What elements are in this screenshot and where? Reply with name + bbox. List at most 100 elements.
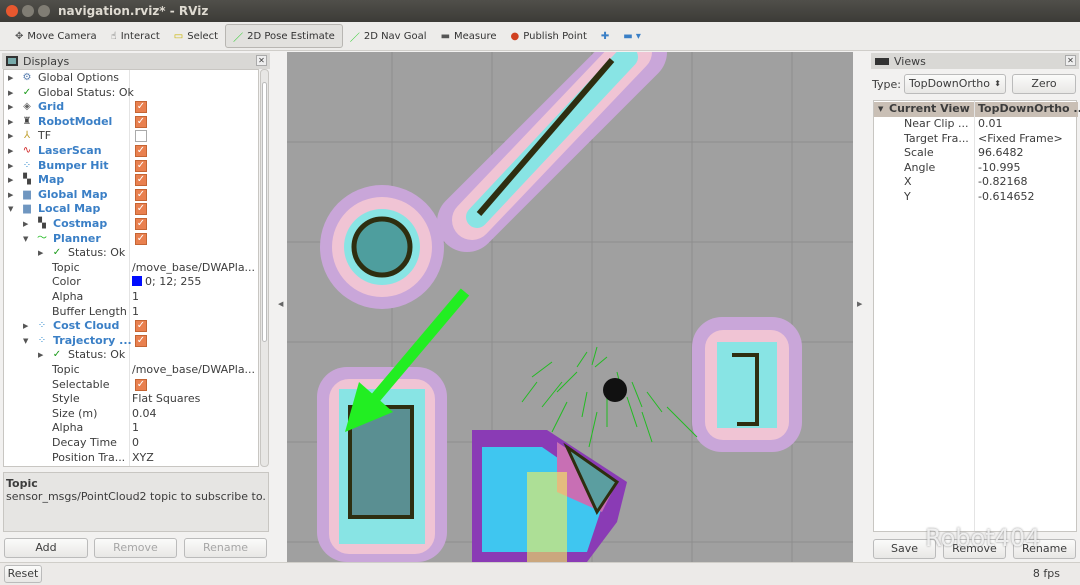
property-value-cell[interactable]: Flat Squares bbox=[132, 392, 200, 407]
display-row[interactable]: ▶ ⚙ Global Options bbox=[4, 71, 258, 86]
expand-arrow-icon[interactable]: ▶ bbox=[8, 129, 16, 144]
enable-checkbox[interactable]: ✓ bbox=[135, 320, 147, 333]
view-property-value[interactable]: <Fixed Frame> bbox=[978, 132, 1063, 147]
display-row[interactable]: ▶ ▚ Costmap ✓ bbox=[4, 217, 258, 232]
display-row[interactable]: ▼ ⁘ Trajectory ... ✓ bbox=[4, 334, 258, 349]
tool-select[interactable]: ▭ Select bbox=[167, 24, 225, 48]
remove-display-button[interactable]: Remove bbox=[94, 538, 177, 558]
view-property-row[interactable]: Near Clip ... 0.01 bbox=[874, 117, 1078, 132]
close-icon[interactable]: ✕ bbox=[1065, 55, 1076, 66]
display-row[interactable]: ▶ ◈ Grid ✓ bbox=[4, 100, 258, 115]
property-value-cell[interactable]: /move_base/DWAPla... bbox=[132, 363, 255, 378]
view-property-row[interactable]: Scale 96.6482 bbox=[874, 146, 1078, 161]
3d-viewport[interactable] bbox=[287, 52, 853, 562]
display-row[interactable]: ▶ ♜ RobotModel ✓ bbox=[4, 115, 258, 130]
display-row[interactable]: ▼ ▆ Local Map ✓ bbox=[4, 202, 258, 217]
view-type-select[interactable]: TopDownOrtho ⬍ bbox=[904, 74, 1006, 94]
display-row[interactable]: Color 0; 12; 255 bbox=[4, 275, 258, 290]
enable-checkbox[interactable]: ✓ bbox=[135, 188, 147, 201]
maximize-window-button[interactable] bbox=[38, 5, 50, 17]
property-value-cell[interactable]: 1 bbox=[132, 290, 139, 305]
property-value[interactable]: 0.04 bbox=[132, 407, 157, 420]
property-value-cell[interactable]: XYZ bbox=[132, 451, 154, 466]
property-value[interactable]: /move_base/DWAPla... bbox=[132, 363, 255, 376]
color-swatch[interactable] bbox=[132, 276, 142, 287]
enable-checkbox[interactable]: ✓ bbox=[135, 130, 147, 143]
collapse-right-handle[interactable]: ▶ bbox=[857, 300, 862, 308]
property-value[interactable]: 1 bbox=[132, 290, 139, 303]
expand-arrow-icon[interactable]: ▶ bbox=[8, 100, 16, 115]
view-property-value[interactable]: -0.82168 bbox=[978, 175, 1027, 190]
map-render[interactable] bbox=[287, 52, 853, 562]
property-value-cell[interactable]: 1 bbox=[132, 305, 139, 320]
reset-button[interactable]: Reset bbox=[4, 565, 42, 583]
expand-arrow-icon[interactable]: ▶ bbox=[23, 319, 31, 334]
property-value[interactable]: 0 bbox=[132, 436, 139, 449]
view-property-value[interactable]: -10.995 bbox=[978, 161, 1020, 176]
display-row[interactable]: ▶ ▆ Global Map ✓ bbox=[4, 188, 258, 203]
display-row[interactable]: Style Flat Squares bbox=[4, 392, 258, 407]
enable-checkbox[interactable]: ✓ bbox=[135, 334, 147, 347]
display-row[interactable]: Alpha 1 bbox=[4, 421, 258, 436]
enable-checkbox[interactable]: ✓ bbox=[135, 115, 147, 128]
collapse-left-handle[interactable]: ◀ bbox=[278, 300, 283, 308]
expand-arrow-icon[interactable]: ▶ bbox=[8, 144, 16, 159]
tool-move-camera[interactable]: ✥ Move Camera bbox=[8, 24, 104, 48]
property-value-cell[interactable]: 0.04 bbox=[132, 407, 157, 422]
display-row[interactable]: Selectable ✓ bbox=[4, 378, 258, 393]
property-value[interactable]: 1 bbox=[132, 305, 139, 318]
display-row[interactable]: Size (m) 0.04 bbox=[4, 407, 258, 422]
expand-arrow-icon[interactable]: ▶ bbox=[8, 86, 16, 101]
tool-interact[interactable]: ☝ Interact bbox=[104, 24, 167, 48]
zero-button[interactable]: Zero bbox=[1012, 74, 1076, 94]
remove-tool-button[interactable]: ▬ ▾ bbox=[616, 24, 648, 48]
display-row[interactable]: Position Tra... XYZ bbox=[4, 451, 258, 466]
enable-checkbox[interactable]: ✓ bbox=[135, 174, 147, 187]
tool-publish-point[interactable]: ● Publish Point bbox=[504, 24, 594, 48]
minimize-window-button[interactable] bbox=[22, 5, 34, 17]
enable-checkbox[interactable]: ✓ bbox=[135, 203, 147, 216]
enable-checkbox[interactable]: ✓ bbox=[135, 378, 147, 391]
close-icon[interactable]: ✕ bbox=[256, 55, 267, 66]
displays-scrollbar[interactable] bbox=[260, 69, 269, 467]
property-value[interactable]: Flat Squares bbox=[132, 392, 200, 405]
display-row[interactable]: ▼ ～ Planner ✓ bbox=[4, 232, 258, 247]
display-row[interactable]: Buffer Length 1 bbox=[4, 305, 258, 320]
enable-checkbox[interactable]: ✓ bbox=[135, 159, 147, 172]
display-row[interactable]: ▶ ⁘ Bumper Hit ✓ bbox=[4, 159, 258, 174]
tool-2d-nav-goal[interactable]: ／ 2D Nav Goal bbox=[343, 24, 434, 48]
view-property-value[interactable]: -0.614652 bbox=[978, 190, 1034, 205]
expand-arrow-icon[interactable]: ▶ bbox=[38, 246, 46, 261]
property-value-cell[interactable]: 0; 12; 255 bbox=[132, 275, 201, 290]
expand-arrow-icon[interactable]: ▶ bbox=[8, 159, 16, 174]
close-window-button[interactable] bbox=[6, 5, 18, 17]
enable-checkbox[interactable]: ✓ bbox=[135, 218, 147, 230]
display-row[interactable]: ▶ ✓ Global Status: Ok bbox=[4, 86, 258, 101]
property-value[interactable]: /move_base/DWAPla... bbox=[132, 261, 255, 274]
property-value[interactable]: 1 bbox=[132, 421, 139, 434]
display-row[interactable]: Topic/move_base/DWAPla... bbox=[4, 261, 258, 276]
expand-arrow-icon[interactable]: ▶ bbox=[8, 188, 16, 203]
property-value[interactable]: XYZ bbox=[132, 451, 154, 464]
property-value[interactable]: 0; 12; 255 bbox=[145, 275, 201, 288]
view-property-row[interactable]: Angle -10.995 bbox=[874, 161, 1078, 176]
view-property-row[interactable]: Target Fra... <Fixed Frame> bbox=[874, 132, 1078, 147]
display-row[interactable]: ▶ ▚ Map ✓ bbox=[4, 173, 258, 188]
enable-checkbox[interactable]: ✓ bbox=[135, 101, 147, 114]
expand-arrow-icon[interactable]: ▼ bbox=[23, 334, 31, 349]
expand-arrow-icon[interactable]: ▼ bbox=[23, 232, 31, 247]
display-row[interactable]: ▶ ∿ LaserScan ✓ bbox=[4, 144, 258, 159]
expand-arrow-icon[interactable]: ▼ bbox=[8, 202, 16, 217]
expand-arrow-icon[interactable]: ▶ bbox=[38, 348, 46, 363]
view-property-value[interactable]: 96.6482 bbox=[978, 146, 1024, 161]
expand-arrow-icon[interactable]: ▶ bbox=[8, 71, 16, 86]
display-row[interactable]: ▶ ✓ Status: Ok bbox=[4, 246, 258, 261]
expand-arrow-icon[interactable]: ▶ bbox=[23, 217, 31, 232]
enable-checkbox[interactable]: ✓ bbox=[135, 232, 147, 245]
display-row[interactable]: Alpha 1 bbox=[4, 290, 258, 305]
add-tool-button[interactable]: ✚ bbox=[594, 24, 616, 48]
expand-arrow-icon[interactable]: ▶ bbox=[8, 173, 16, 188]
tool-2d-pose-estimate[interactable]: ／ 2D Pose Estimate bbox=[225, 24, 343, 48]
display-row[interactable]: Decay Time 0 bbox=[4, 436, 258, 451]
property-value-cell[interactable]: /move_base/DWAPla... bbox=[132, 261, 255, 276]
